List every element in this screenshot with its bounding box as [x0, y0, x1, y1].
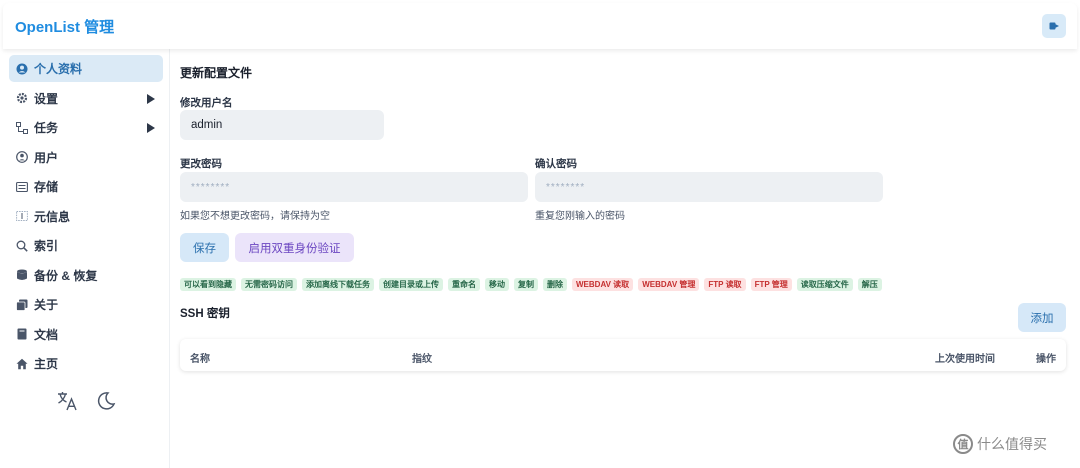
- database-icon: [16, 269, 28, 281]
- permission-tag: 复制: [514, 278, 538, 291]
- expand-arrow-icon: [147, 122, 155, 136]
- sidebar-item-label: 用户: [34, 150, 59, 165]
- meta-icon: [16, 210, 28, 222]
- ssh-keys-title: SSH 密钥: [180, 308, 230, 320]
- user-icon: [16, 151, 28, 163]
- permission-tag: WEBDAV 管理: [638, 278, 700, 291]
- permission-tag: 可以看到隐藏: [180, 278, 236, 291]
- username-input[interactable]: admin: [180, 110, 384, 140]
- sidebar-item-tasks[interactable]: 任务: [9, 114, 163, 141]
- sidebar-item-backup[interactable]: 备份 & 恢复: [9, 262, 163, 289]
- brand-title: OpenList 管理: [15, 18, 115, 36]
- sidebar-item-label: 主页: [34, 357, 59, 371]
- translate-icon: [57, 392, 77, 411]
- moon-icon: [97, 392, 115, 410]
- page-title: 更新配置文件: [180, 66, 253, 80]
- sidebar-item-docs[interactable]: 文档: [9, 321, 163, 348]
- watermark: 值 什么值得买: [953, 434, 1047, 454]
- permission-tag: 读取压缩文件: [796, 278, 853, 291]
- home-icon: [16, 358, 28, 370]
- column-header-name: 名称: [190, 354, 210, 365]
- book-icon: [16, 328, 28, 340]
- profile-panel: 更新配置文件 修改用户名 admin 更改密码 ******** 如果您不想更改…: [180, 49, 1077, 468]
- logout-icon: [1049, 22, 1059, 30]
- permission-tag: WEBDAV 读取: [572, 278, 634, 291]
- logout-button[interactable]: [1042, 14, 1066, 38]
- sidebar-item-index[interactable]: 索引: [9, 232, 163, 259]
- sidebar-item-settings[interactable]: 设置: [9, 85, 163, 112]
- copy-icon: [16, 299, 28, 311]
- column-header-last-used: 上次使用时间: [935, 354, 995, 365]
- sidebar-item-label: 备份 & 恢复: [34, 268, 98, 283]
- username-label: 修改用户名: [180, 97, 233, 109]
- password-label: 更改密码: [180, 158, 222, 170]
- user-circle-icon: [16, 63, 28, 75]
- permission-tag: 创建目录或上传: [379, 278, 443, 291]
- sidebar-tools: [3, 389, 170, 413]
- password-input[interactable]: ********: [180, 172, 528, 202]
- confirm-password-label: 确认密码: [535, 158, 577, 170]
- search-icon: [16, 240, 28, 252]
- sidebar-item-label: 个人资料: [34, 62, 83, 76]
- sidebar-item-label: 元信息: [34, 209, 71, 224]
- sidebar-item-meta[interactable]: 元信息: [9, 203, 163, 230]
- theme-toggle-button[interactable]: [94, 389, 118, 413]
- watermark-logo-icon: 值: [953, 434, 973, 454]
- permission-tag: 移动: [485, 278, 509, 291]
- permission-tag: FTP 读取: [704, 278, 746, 291]
- permission-tag: 无需密码访问: [241, 278, 297, 291]
- permission-tag: 删除: [543, 278, 567, 291]
- permission-tag: 添加离线下载任务: [302, 278, 374, 291]
- permission-tag: 解压: [857, 278, 882, 291]
- sidebar-item-label: 存储: [34, 180, 59, 194]
- sidebar-item-home[interactable]: 主页: [9, 350, 163, 377]
- sidebar-item-label: 任务: [34, 121, 59, 135]
- password-help: 如果您不想更改密码，请保持为空: [180, 211, 330, 222]
- tasks-icon: [16, 121, 28, 134]
- sidebar-item-users[interactable]: 用户: [9, 144, 163, 171]
- sidebar-item-profile[interactable]: 个人资料: [9, 55, 163, 82]
- sidebar-item-about[interactable]: 关于: [9, 291, 163, 318]
- permission-tags: 可以看到隐藏 无需密码访问 添加离线下载任务 创建目录或上传 重命名 移动 复制 删除 WEBD…: [180, 278, 882, 291]
- column-header-actions: 操作: [1036, 354, 1056, 365]
- watermark-text: 什么值得买: [977, 436, 1047, 452]
- sidebar-item-label: 设置: [34, 91, 59, 106]
- enable-2fa-button[interactable]: 启用双重身份验证: [235, 233, 354, 262]
- sidebar-item-label: 文档: [34, 327, 59, 342]
- confirm-password-help: 重复您刚输入的密码: [535, 211, 625, 222]
- add-ssh-key-button[interactable]: 添加: [1018, 303, 1066, 332]
- confirm-password-input[interactable]: ********: [535, 172, 883, 202]
- language-toggle-button[interactable]: [56, 389, 80, 413]
- sidebar-item-storage[interactable]: 存储: [9, 173, 163, 200]
- sidebar-item-label: 关于: [34, 298, 59, 312]
- sidebar: 个人资料 设置 任务 用户 存储 元信息 索引 备份 & 恢复 关于 文档 主页: [3, 49, 170, 468]
- top-header: OpenList 管理: [3, 3, 1077, 49]
- save-button[interactable]: 保存: [180, 233, 229, 262]
- gear-icon: [16, 92, 28, 104]
- expand-arrow-icon: [147, 93, 155, 107]
- sidebar-item-label: 索引: [34, 239, 59, 253]
- ssh-keys-table: 名称 指纹 上次使用时间 操作: [180, 339, 1066, 371]
- storage-icon: [16, 181, 28, 193]
- permission-tag: 重命名: [448, 278, 480, 291]
- column-header-fingerprint: 指纹: [412, 354, 432, 365]
- permission-tag: FTP 管理: [750, 278, 792, 291]
